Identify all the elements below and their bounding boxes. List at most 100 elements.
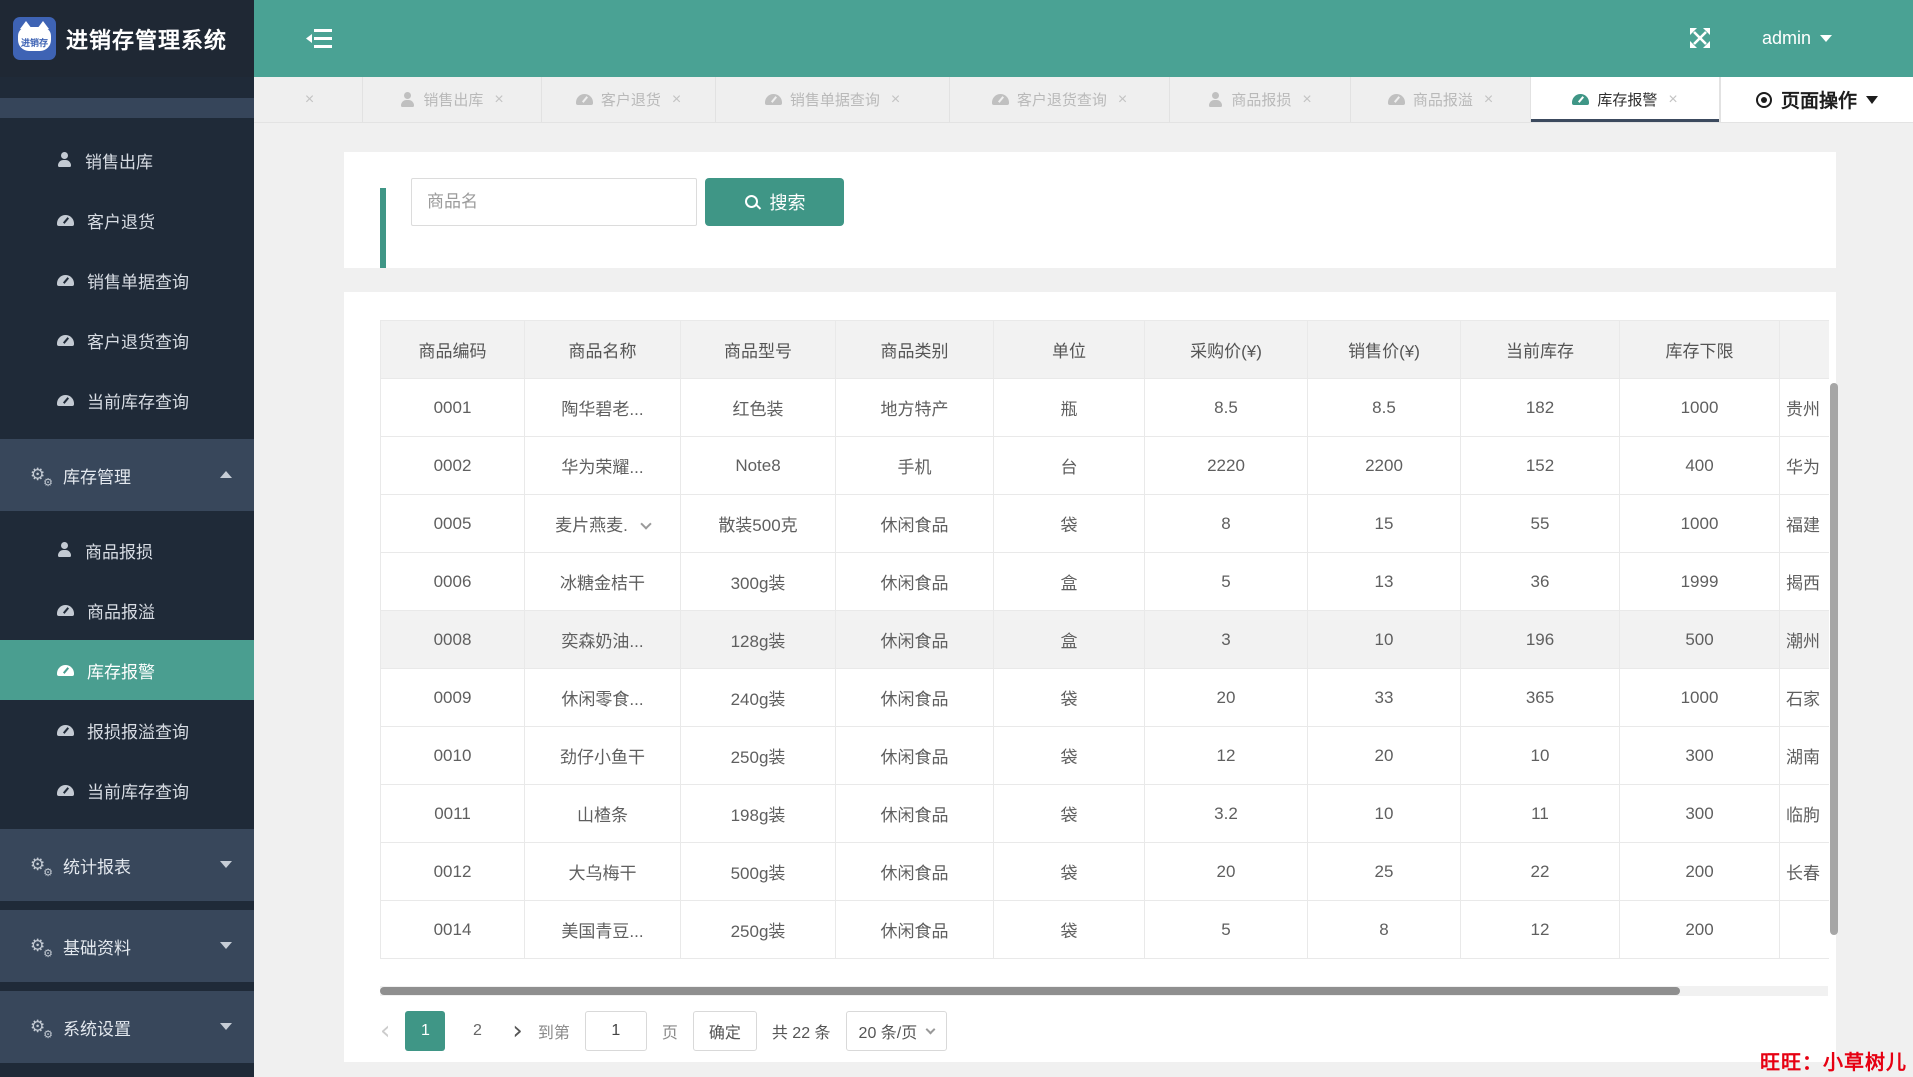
table-cell: 劲仔小鱼干 xyxy=(524,726,681,785)
table-cell: 0008 xyxy=(380,610,525,669)
sidebar-item-10[interactable]: 当前库存查询 xyxy=(0,760,254,820)
table-cell: 8.5 xyxy=(1307,378,1461,437)
sidebar-item-11[interactable]: ⚙ 统计报表 xyxy=(0,829,254,901)
tab-商品报损[interactable]: 商品报损 × xyxy=(1170,77,1351,122)
table-row: 0010 劲仔小鱼干 250g装 休闲食品袋 12 20 10 300 湖南 xyxy=(380,726,1829,785)
table-cell: 198g装 xyxy=(680,784,836,843)
search-button-label: 搜索 xyxy=(769,193,806,213)
table-cell: 0010 xyxy=(380,726,525,785)
sidebar: 销售出库客户退货销售单据查询客户退货查询当前库存查询 ⚙ 库存管理商品报损商品报溢库… xyxy=(0,77,254,1077)
page-operations-button[interactable]: 页面操作 xyxy=(1720,77,1913,122)
close-icon[interactable]: × xyxy=(891,91,900,109)
watermark-text: 旺旺：小草树儿 xyxy=(1760,1052,1907,1074)
table-cell: 地方特产 xyxy=(835,378,994,437)
close-icon[interactable]: × xyxy=(305,91,314,109)
table-cell: 袋 xyxy=(993,494,1145,553)
goto-page-input[interactable] xyxy=(584,1011,647,1051)
panel-accent-bar xyxy=(380,188,386,268)
table-panel: 商品编码 商品名称 商品型号 商品类别 单位 采购价(¥) 销售价(¥) 当前库存 库存下限 0… xyxy=(344,292,1838,1062)
close-icon[interactable]: × xyxy=(1302,91,1311,109)
sidebar-item-5[interactable]: ⚙ 库存管理 xyxy=(0,439,254,511)
table-cell: 华为 xyxy=(1779,436,1829,495)
next-page-button[interactable]: › xyxy=(512,1018,522,1044)
table-cell: 休闲食品 xyxy=(835,610,994,669)
table-cell: 0012 xyxy=(380,842,525,901)
tab-blank[interactable]: × xyxy=(254,77,363,122)
dashboard-icon xyxy=(575,94,593,105)
table-row: 0008 奕森奶油... 128g装 休闲食品盒 3 10 196 500 潮州 xyxy=(380,610,1829,669)
table-cell: 400 xyxy=(1619,436,1780,495)
sidebar-item-4[interactable]: 当前库存查询 xyxy=(0,370,254,430)
sidebar-item-6[interactable]: 商品报损 xyxy=(0,520,254,580)
table-row: 0012 大乌梅干 500g装 休闲食品袋 20 25 22 200 长春 xyxy=(380,842,1829,901)
table-cell: 袋 xyxy=(993,784,1145,843)
dashboard-icon xyxy=(1387,94,1405,105)
close-icon[interactable]: × xyxy=(672,91,681,109)
page-number-2[interactable]: 2 xyxy=(457,1011,497,1051)
table-cell: 22 xyxy=(1460,842,1620,901)
close-icon[interactable]: × xyxy=(494,91,503,109)
table-cell: 休闲食品 xyxy=(835,726,994,785)
sidebar-item-2[interactable]: 销售单据查询 xyxy=(0,250,254,310)
table-cell: 152 xyxy=(1460,436,1620,495)
table-cell: 麦片燕麦. xyxy=(524,494,681,553)
tab-库存报警[interactable]: 库存报警 × xyxy=(1531,77,1720,122)
horizontal-scrollbar[interactable] xyxy=(380,987,1680,995)
prev-page-button[interactable]: ‹ xyxy=(380,1018,390,1044)
table-cell: 休闲食品 xyxy=(835,842,994,901)
table-cell: 休闲食品 xyxy=(835,668,994,727)
table-cell: 20 xyxy=(1144,842,1308,901)
table-cell: 红色装 xyxy=(680,378,836,437)
sidebar-item-label: 商品报溢 xyxy=(87,602,155,622)
table-cell: 240g装 xyxy=(680,668,836,727)
close-icon[interactable]: × xyxy=(1118,91,1127,109)
product-name-input[interactable] xyxy=(411,178,697,226)
search-button[interactable]: 搜索 xyxy=(705,178,844,226)
sidebar-item-12[interactable]: ⚙ 基础资料 xyxy=(0,910,254,982)
table-cell: 5 xyxy=(1144,900,1308,959)
table-cell: 8.5 xyxy=(1144,378,1308,437)
table-cell: 临朐 xyxy=(1779,784,1829,843)
sidebar-item-label: 基础资料 xyxy=(63,938,131,958)
table-cell: 盒 xyxy=(993,552,1145,611)
page-size-select[interactable]: 20 条/页 xyxy=(845,1011,948,1051)
table-cell: 0001 xyxy=(380,378,525,437)
dashboard-icon xyxy=(57,274,74,286)
tab-销售出库[interactable]: 销售出库 × xyxy=(363,77,542,122)
user-icon xyxy=(400,91,415,108)
confirm-button[interactable]: 确定 xyxy=(692,1011,757,1051)
sidebar-item-0[interactable]: 销售出库 xyxy=(0,130,254,190)
table-cell: 0009 xyxy=(380,668,525,727)
tab-商品报溢[interactable]: 商品报溢 × xyxy=(1351,77,1531,122)
sidebar-item-3[interactable]: 客户退货查询 xyxy=(0,310,254,370)
table-cell: 休闲食品 xyxy=(835,900,994,959)
table-cell: 台 xyxy=(993,436,1145,495)
table-cell: 2220 xyxy=(1144,436,1308,495)
sidebar-item-8[interactable]: 库存报警 xyxy=(0,640,254,700)
table-cell: 陶华碧老... xyxy=(524,378,681,437)
tab-客户退货[interactable]: 客户退货 × xyxy=(542,77,716,122)
sidebar-item-7[interactable]: 商品报溢 xyxy=(0,580,254,640)
table-cell: 石家 xyxy=(1779,668,1829,727)
vertical-scrollbar[interactable] xyxy=(1830,383,1838,935)
close-icon[interactable]: × xyxy=(1668,91,1677,109)
sidebar-item-13[interactable]: ⚙ 系统设置 xyxy=(0,991,254,1063)
user-menu[interactable]: admin xyxy=(1762,0,1833,77)
table-cell: 休闲食品 xyxy=(835,784,994,843)
sidebar-item-9[interactable]: 报损报溢查询 xyxy=(0,700,254,760)
table-cell: 大乌梅干 xyxy=(524,842,681,901)
dashboard-icon xyxy=(57,664,74,676)
tab-销售单据查询[interactable]: 销售单据查询 × xyxy=(716,77,950,122)
sidebar-collapse-icon[interactable] xyxy=(306,28,332,49)
table-cell: 山楂条 xyxy=(524,784,681,843)
column-header: 商品名称 xyxy=(524,320,681,379)
sidebar-item-1[interactable]: 客户退货 xyxy=(0,190,254,250)
page-number-1[interactable]: 1 xyxy=(405,1011,446,1051)
cogs-icon: ⚙ xyxy=(30,1018,53,1040)
user-icon xyxy=(1208,91,1223,108)
chevron-down-icon[interactable] xyxy=(640,518,652,530)
close-icon[interactable]: × xyxy=(1484,91,1493,109)
table-cell: 0011 xyxy=(380,784,525,843)
tab-客户退货查询[interactable]: 客户退货查询 × xyxy=(950,77,1170,122)
fullscreen-icon[interactable] xyxy=(1688,26,1712,50)
